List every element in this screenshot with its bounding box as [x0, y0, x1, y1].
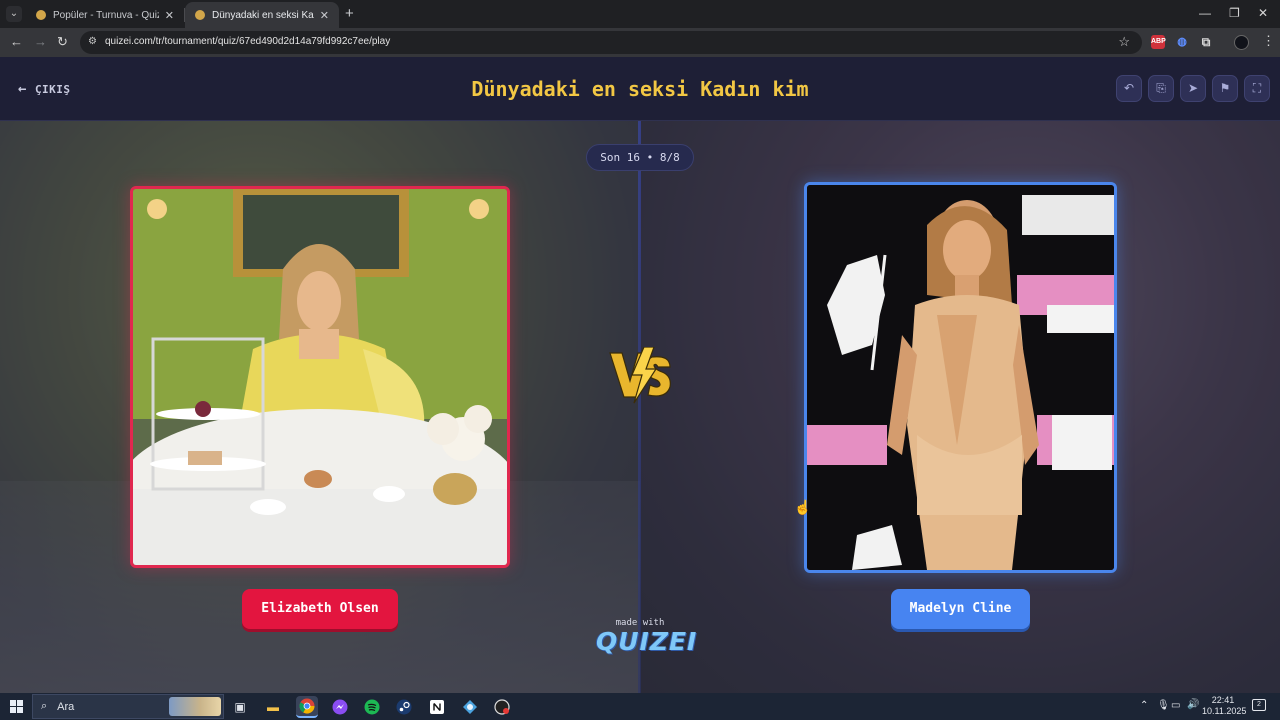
search-highlight-image: [169, 697, 221, 716]
share-button[interactable]: ⎘: [1148, 75, 1174, 102]
tab-search-menu-icon[interactable]: ⌄: [6, 6, 22, 22]
fullscreen-icon: ⛶: [1252, 81, 1262, 95]
network-icon[interactable]: ▭: [1171, 700, 1180, 711]
share-icon: ⎘: [1156, 81, 1166, 95]
quiz-header: ← ÇIKIŞ Dünyadaki en seksi Kadın kim ↶ ⎘…: [0, 57, 1280, 121]
search-icon: ⌕: [41, 700, 48, 712]
address-bar[interactable]: ⚙ quizei.com/tr/tournament/quiz/67ed490d…: [80, 31, 1142, 54]
contestant-photo-left[interactable]: [130, 186, 510, 568]
tab-favicon-icon: [36, 10, 46, 20]
report-button[interactable]: ⚑: [1212, 75, 1238, 102]
photo-madelyn-cline: [807, 185, 1114, 570]
chrome-icon[interactable]: [296, 696, 318, 718]
windows-taskbar: ⌕ Ara ▣ ▬ ⌃ 🎙 ▭ 🔊 22:41 10.11.2025 2: [0, 693, 1280, 720]
choose-left-button[interactable]: Elizabeth Olsen: [242, 589, 398, 629]
profile-avatar[interactable]: [1234, 35, 1249, 50]
adblock-extension-icon[interactable]: ABP: [1151, 35, 1166, 49]
tab-close-icon[interactable]: ✕: [320, 9, 329, 22]
taskbar-search[interactable]: ⌕ Ara: [32, 694, 224, 719]
tray-overflow-icon[interactable]: ⌃: [1140, 700, 1148, 711]
mouse-cursor-hand-icon: ☝: [794, 499, 812, 515]
search-placeholder: Ara: [57, 700, 75, 713]
contestant-photo-right[interactable]: [804, 182, 1117, 573]
reload-icon[interactable]: ↻: [57, 34, 68, 50]
app-icon[interactable]: [459, 696, 481, 718]
extensions-icon[interactable]: ⧉: [1199, 35, 1213, 49]
photo-elizabeth-olsen: [133, 189, 507, 565]
site-info-icon[interactable]: ⚙: [88, 36, 97, 47]
browser-menu-icon[interactable]: ⋮: [1262, 33, 1275, 49]
tab-title: Popüler - Turnuva - Quizei: [53, 9, 159, 21]
undo-button[interactable]: ↶: [1116, 75, 1142, 102]
messenger-icon[interactable]: [329, 696, 351, 718]
browser-tabstrip: ⌄ Popüler - Turnuva - Quizei ✕ Dünyadaki…: [0, 0, 1280, 28]
send-button[interactable]: ➤: [1180, 75, 1206, 102]
clock-date: 10.11.2025: [1202, 706, 1247, 716]
fullscreen-button[interactable]: ⛶: [1244, 75, 1270, 102]
tab-title: Dünyadaki en seksi Kadın kim: [212, 9, 314, 21]
flag-icon: ⚑: [1219, 81, 1231, 95]
notification-icon[interactable]: 2: [1252, 699, 1266, 711]
choose-right-button[interactable]: Madelyn Cline: [891, 589, 1030, 629]
tab-favicon-icon: [195, 10, 205, 20]
window-close-icon[interactable]: ✕: [1258, 6, 1268, 20]
browser-toolbar: ← → ↻ ⚙ quizei.com/tr/tournament/quiz/67…: [0, 28, 1280, 57]
clock-time: 22:41: [1211, 695, 1235, 705]
minimize-icon[interactable]: —: [1199, 6, 1211, 20]
made-with-quizei[interactable]: made with QUIZEI: [596, 618, 698, 656]
center-divider: [638, 121, 641, 693]
taskbar-clock[interactable]: 22:41 10.11.2025: [1202, 695, 1247, 717]
send-icon: ➤: [1187, 81, 1199, 95]
url-text: quizei.com/tr/tournament/quiz/67ed490d2d…: [105, 36, 391, 47]
restore-icon[interactable]: ❐: [1229, 6, 1240, 20]
new-tab-icon[interactable]: +: [345, 5, 354, 22]
spotify-icon[interactable]: [361, 696, 383, 718]
steam-icon[interactable]: [393, 696, 415, 718]
vs-lightning-icon: [609, 347, 671, 404]
undo-icon: ↶: [1123, 81, 1135, 95]
round-badge: Son 16 • 8/8: [586, 144, 694, 171]
notion-icon[interactable]: [426, 696, 448, 718]
tab-close-icon[interactable]: ✕: [165, 9, 174, 22]
audio-extension-icon[interactable]: ◍: [1175, 35, 1189, 49]
forward-icon[interactable]: →: [34, 34, 47, 49]
app-icon[interactable]: [491, 696, 513, 718]
microphone-icon[interactable]: 🎙: [1157, 700, 1170, 711]
bookmark-star-icon[interactable]: ☆: [1118, 34, 1130, 50]
file-explorer-icon[interactable]: ▬: [262, 696, 284, 718]
task-view-icon[interactable]: ▣: [229, 696, 251, 718]
quizei-logo: QUIZEI: [596, 627, 698, 656]
browser-tab-active[interactable]: Dünyadaki en seksi Kadın kim ✕: [185, 2, 339, 28]
browser-tab[interactable]: Popüler - Turnuva - Quizei ✕: [26, 2, 184, 28]
volume-icon[interactable]: 🔊: [1187, 699, 1199, 710]
quiz-page: ← ÇIKIŞ Dünyadaki en seksi Kadın kim ↶ ⎘…: [0, 57, 1280, 693]
windows-start-icon[interactable]: [10, 700, 23, 713]
back-icon[interactable]: ←: [10, 34, 23, 49]
quiz-title: Dünyadaki en seksi Kadın kim: [471, 77, 809, 101]
